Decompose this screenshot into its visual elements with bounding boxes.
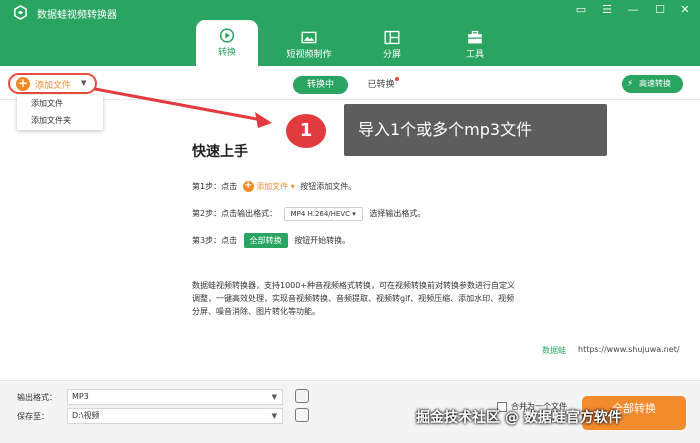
add-file-dropdown: 添加文件 添加文件夹 (17, 95, 103, 130)
step-1-suffix: 按钮添加文件。 (300, 182, 357, 191)
convert-icon (219, 28, 235, 43)
step-3-prefix: 第3步：点击 (192, 236, 238, 245)
folder-icon[interactable] (295, 408, 309, 422)
dropdown-item-add-folder[interactable]: 添加文件夹 (17, 113, 103, 129)
notification-dot (395, 77, 399, 81)
output-format-select[interactable]: MP3 ▼ (67, 389, 283, 405)
lightning-icon: ⚡ (627, 79, 634, 89)
step-1-add-label: 添加文件 (256, 182, 289, 191)
toolbar (0, 66, 700, 100)
tab-converting[interactable]: 转换中 (293, 76, 348, 94)
step-3-suffix: 按钮开始转换。 (294, 236, 351, 245)
annotation-callout: 导入1个或多个mp3文件 (344, 104, 607, 156)
step-3-convert-chip: 全部转换 (243, 233, 288, 248)
tab-split-screen[interactable]: 分屏 (360, 22, 424, 66)
website-link[interactable]: https://www.shujuwa.net/ (578, 345, 680, 354)
plus-icon: + (242, 180, 254, 192)
tab-tools[interactable]: 工具 (443, 22, 507, 66)
save-to-label: 保存至： (17, 412, 49, 421)
save-path-value: D:\视频 (72, 411, 100, 420)
step-2-suffix: 选择输出格式。 (369, 209, 426, 218)
annotation-number-badge: 1 (286, 114, 326, 148)
app-title: 数据蛙视频转换器 (37, 10, 117, 21)
split-screen-icon (384, 30, 400, 45)
title-bar: 数据蛙视频转换器 ▭ ☰ — ☐ ✕ 转换 短视频制作 分屏 工具 (0, 0, 700, 66)
app-logo-icon (14, 5, 27, 20)
minimize-button[interactable]: — (624, 3, 642, 16)
app-window: 数据蛙视频转换器 ▭ ☰ — ☐ ✕ 转换 短视频制作 分屏 工具 + 添加文件… (0, 0, 700, 443)
image-icon (301, 31, 317, 44)
plus-icon: + (16, 76, 30, 91)
step-3: 第3步：点击 全部转换 按钮开始转换。 (192, 233, 350, 248)
chevron-down-icon: ▼ (271, 412, 277, 420)
dropdown-item-add-file[interactable]: 添加文件 (17, 96, 103, 112)
step-2-prefix: 第2步：点击输出格式： (192, 209, 278, 218)
step-2-format-label: MP4 H.264/HEVC (290, 210, 351, 218)
step-1-prefix: 第1步：点击 (192, 182, 238, 191)
format-settings-icon[interactable] (295, 389, 309, 403)
tab-short-video-label: 短视频制作 (286, 50, 332, 60)
watermark: 掘金技术社区 @ 数据蛙官方软件 (416, 410, 622, 426)
quickstart-title: 快速上手 (192, 144, 248, 160)
save-path-select[interactable]: D:\视频 ▼ (67, 408, 283, 424)
close-button[interactable]: ✕ (676, 3, 694, 16)
maximize-button[interactable]: ☐ (651, 3, 669, 16)
step-1-add-chip: + 添加文件 ▾ (242, 180, 295, 192)
add-file-label: 添加文件 (35, 81, 72, 91)
high-speed-label: 高速转换 (639, 79, 671, 88)
menu-icon[interactable]: ☰ (598, 3, 616, 16)
add-file-button[interactable]: + 添加文件 ▼ (8, 73, 97, 94)
chevron-down-icon[interactable]: ▼ (81, 79, 86, 87)
output-format-value: MP3 (72, 392, 89, 401)
step-2-format-chip: MP4 H.264/HEVC ▾ (283, 207, 363, 221)
tab-tools-label: 工具 (465, 50, 484, 60)
tab-split-screen-label: 分屏 (382, 50, 401, 60)
tab-convert[interactable]: 转换 (196, 20, 258, 66)
output-format-label: 输出格式： (17, 393, 57, 402)
high-speed-button[interactable]: ⚡ 高速转换 (622, 75, 683, 93)
tab-convert-label: 转换 (217, 48, 236, 58)
tab-short-video[interactable]: 短视频制作 (277, 22, 341, 66)
step-1: 第1步：点击 + 添加文件 ▾ 按钮添加文件。 (192, 181, 356, 192)
step-2: 第2步：点击输出格式： MP4 H.264/HEVC ▾ 选择输出格式。 (192, 207, 425, 221)
brand-link[interactable]: 数据蛙 (542, 345, 566, 356)
feedback-icon[interactable]: ▭ (572, 3, 590, 16)
product-description: 数据蛙视频转换器，支持1000+种音视频格式转换，可在视频转换前对转换参数进行自… (192, 281, 516, 316)
chevron-down-icon: ▼ (271, 393, 277, 401)
toolbox-icon (468, 30, 482, 44)
